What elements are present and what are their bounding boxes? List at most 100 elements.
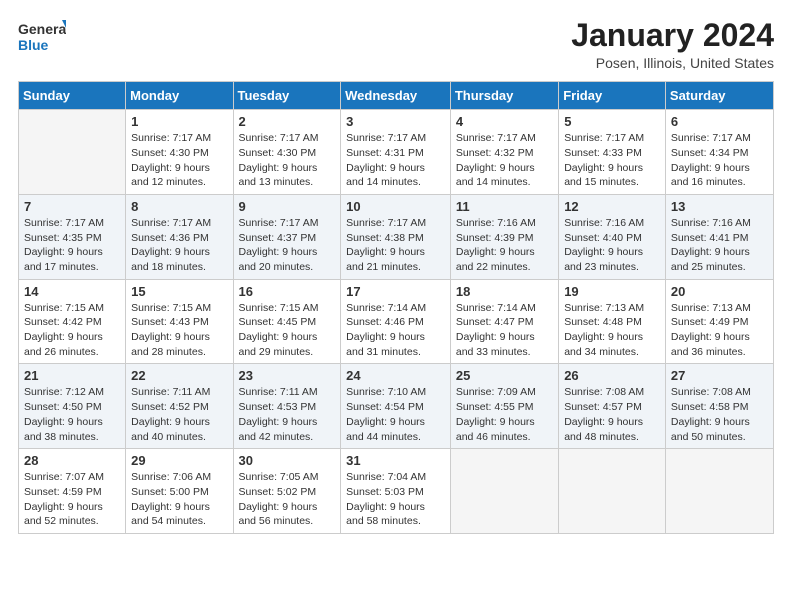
calendar-cell: 27 Sunrise: 7:08 AMSunset: 4:58 PMDayligh… bbox=[665, 364, 773, 449]
calendar-cell bbox=[559, 449, 666, 534]
week-row-4: 21 Sunrise: 7:12 AMSunset: 4:50 PMDayligh… bbox=[19, 364, 774, 449]
cell-day-number: 27 bbox=[671, 368, 768, 383]
cell-day-number: 10 bbox=[346, 199, 445, 214]
weekday-header-row: SundayMondayTuesdayWednesdayThursdayFrid… bbox=[19, 82, 774, 110]
cell-day-number: 26 bbox=[564, 368, 660, 383]
cell-info: Sunrise: 7:16 AMSunset: 4:39 PMDaylight:… bbox=[456, 216, 553, 275]
cell-day-number: 2 bbox=[239, 114, 336, 129]
calendar-cell: 23 Sunrise: 7:11 AMSunset: 4:53 PMDayligh… bbox=[233, 364, 341, 449]
cell-day-number: 16 bbox=[239, 284, 336, 299]
calendar-cell: 12 Sunrise: 7:16 AMSunset: 4:40 PMDayligh… bbox=[559, 194, 666, 279]
calendar-cell: 20Sunrise: 7:13 AMSunset: 4:49 PMDayligh… bbox=[665, 279, 773, 364]
cell-info: Sunrise: 7:14 AMSunset: 4:47 PMDaylight:… bbox=[456, 301, 553, 360]
calendar-cell: 24 Sunrise: 7:10 AMSunset: 4:54 PMDayligh… bbox=[341, 364, 451, 449]
cell-info: Sunrise: 7:17 AMSunset: 4:38 PMDaylight:… bbox=[346, 216, 445, 275]
cell-info: Sunrise: 7:17 AMSunset: 4:31 PMDaylight:… bbox=[346, 131, 445, 190]
cell-day-number: 1 bbox=[131, 114, 227, 129]
cell-info: Sunrise: 7:17 AMSunset: 4:35 PMDaylight:… bbox=[24, 216, 120, 275]
cell-day-number: 23 bbox=[239, 368, 336, 383]
cell-info: Sunrise: 7:17 AMSunset: 4:36 PMDaylight:… bbox=[131, 216, 227, 275]
cell-info: Sunrise: 7:06 AMSunset: 5:00 PMDaylight:… bbox=[131, 470, 227, 529]
cell-day-number: 12 bbox=[564, 199, 660, 214]
calendar-cell: 21 Sunrise: 7:12 AMSunset: 4:50 PMDayligh… bbox=[19, 364, 126, 449]
calendar-cell: 19 Sunrise: 7:13 AMSunset: 4:48 PMDayligh… bbox=[559, 279, 666, 364]
month-title: January 2024 bbox=[571, 18, 774, 53]
cell-info: Sunrise: 7:13 AMSunset: 4:48 PMDaylight:… bbox=[564, 301, 660, 360]
cell-info: Sunrise: 7:15 AMSunset: 4:43 PMDaylight:… bbox=[131, 301, 227, 360]
cell-day-number: 9 bbox=[239, 199, 336, 214]
calendar-cell: 2 Sunrise: 7:17 AMSunset: 4:30 PMDaylight… bbox=[233, 110, 341, 195]
cell-info: Sunrise: 7:17 AMSunset: 4:30 PMDaylight:… bbox=[239, 131, 336, 190]
calendar-cell: 25 Sunrise: 7:09 AMSunset: 4:55 PMDayligh… bbox=[450, 364, 558, 449]
weekday-header-friday: Friday bbox=[559, 82, 666, 110]
week-row-3: 14 Sunrise: 7:15 AMSunset: 4:42 PMDayligh… bbox=[19, 279, 774, 364]
cell-info: Sunrise: 7:11 AMSunset: 4:52 PMDaylight:… bbox=[131, 385, 227, 444]
cell-day-number: 21 bbox=[24, 368, 120, 383]
logo-svg: General Blue bbox=[18, 18, 66, 56]
cell-info: Sunrise: 7:15 AMSunset: 4:42 PMDaylight:… bbox=[24, 301, 120, 360]
calendar-cell: 9 Sunrise: 7:17 AMSunset: 4:37 PMDaylight… bbox=[233, 194, 341, 279]
calendar-cell: 7Sunrise: 7:17 AMSunset: 4:35 PMDaylight… bbox=[19, 194, 126, 279]
cell-day-number: 14 bbox=[24, 284, 120, 299]
weekday-header-monday: Monday bbox=[126, 82, 233, 110]
logo-blue: Blue bbox=[18, 37, 49, 53]
cell-info: Sunrise: 7:15 AMSunset: 4:45 PMDaylight:… bbox=[239, 301, 336, 360]
weekday-header-saturday: Saturday bbox=[665, 82, 773, 110]
calendar-cell: 17 Sunrise: 7:14 AMSunset: 4:46 PMDayligh… bbox=[341, 279, 451, 364]
calendar-cell: 22 Sunrise: 7:11 AMSunset: 4:52 PMDayligh… bbox=[126, 364, 233, 449]
cell-info: Sunrise: 7:16 AMSunset: 4:41 PMDaylight:… bbox=[671, 216, 768, 275]
cell-info: Sunrise: 7:12 AMSunset: 4:50 PMDaylight:… bbox=[24, 385, 120, 444]
cell-day-number: 18 bbox=[456, 284, 553, 299]
cell-day-number: 25 bbox=[456, 368, 553, 383]
cell-info: Sunrise: 7:08 AMSunset: 4:58 PMDaylight:… bbox=[671, 385, 768, 444]
calendar-table: SundayMondayTuesdayWednesdayThursdayFrid… bbox=[18, 81, 774, 534]
cell-day-number: 17 bbox=[346, 284, 445, 299]
calendar-cell: 31Sunrise: 7:04 AMSunset: 5:03 PMDayligh… bbox=[341, 449, 451, 534]
cell-info: Sunrise: 7:11 AMSunset: 4:53 PMDaylight:… bbox=[239, 385, 336, 444]
cell-info: Sunrise: 7:07 AMSunset: 4:59 PMDaylight:… bbox=[24, 470, 120, 529]
cell-info: Sunrise: 7:17 AMSunset: 4:37 PMDaylight:… bbox=[239, 216, 336, 275]
calendar-body: 1 Sunrise: 7:17 AMSunset: 4:30 PMDaylight… bbox=[19, 110, 774, 534]
calendar-cell: 18 Sunrise: 7:14 AMSunset: 4:47 PMDayligh… bbox=[450, 279, 558, 364]
cell-info: Sunrise: 7:17 AMSunset: 4:33 PMDaylight:… bbox=[564, 131, 660, 190]
cell-info: Sunrise: 7:13 AMSunset: 4:49 PMDaylight:… bbox=[671, 301, 768, 360]
cell-day-number: 5 bbox=[564, 114, 660, 129]
calendar-cell: 3Sunrise: 7:17 AMSunset: 4:31 PMDaylight… bbox=[341, 110, 451, 195]
week-row-2: 7Sunrise: 7:17 AMSunset: 4:35 PMDaylight… bbox=[19, 194, 774, 279]
cell-day-number: 30 bbox=[239, 453, 336, 468]
cell-day-number: 6 bbox=[671, 114, 768, 129]
calendar-cell: 10 Sunrise: 7:17 AMSunset: 4:38 PMDayligh… bbox=[341, 194, 451, 279]
cell-day-number: 24 bbox=[346, 368, 445, 383]
cell-day-number: 11 bbox=[456, 199, 553, 214]
cell-info: Sunrise: 7:08 AMSunset: 4:57 PMDaylight:… bbox=[564, 385, 660, 444]
cell-info: Sunrise: 7:14 AMSunset: 4:46 PMDaylight:… bbox=[346, 301, 445, 360]
cell-info: Sunrise: 7:17 AMSunset: 4:30 PMDaylight:… bbox=[131, 131, 227, 190]
cell-day-number: 19 bbox=[564, 284, 660, 299]
cell-day-number: 29 bbox=[131, 453, 227, 468]
page: General Blue January 2024 Posen, Illinoi… bbox=[0, 0, 792, 612]
calendar-cell: 15Sunrise: 7:15 AMSunset: 4:43 PMDayligh… bbox=[126, 279, 233, 364]
cell-info: Sunrise: 7:17 AMSunset: 4:32 PMDaylight:… bbox=[456, 131, 553, 190]
calendar-cell: 11 Sunrise: 7:16 AMSunset: 4:39 PMDayligh… bbox=[450, 194, 558, 279]
calendar-cell: 6 Sunrise: 7:17 AMSunset: 4:34 PMDaylight… bbox=[665, 110, 773, 195]
cell-day-number: 13 bbox=[671, 199, 768, 214]
week-row-5: 28Sunrise: 7:07 AMSunset: 4:59 PMDayligh… bbox=[19, 449, 774, 534]
calendar-cell: 26 Sunrise: 7:08 AMSunset: 4:57 PMDayligh… bbox=[559, 364, 666, 449]
logo: General Blue bbox=[18, 18, 66, 56]
calendar-cell bbox=[19, 110, 126, 195]
cell-info: Sunrise: 7:16 AMSunset: 4:40 PMDaylight:… bbox=[564, 216, 660, 275]
weekday-header-tuesday: Tuesday bbox=[233, 82, 341, 110]
cell-info: Sunrise: 7:17 AMSunset: 4:34 PMDaylight:… bbox=[671, 131, 768, 190]
location: Posen, Illinois, United States bbox=[571, 55, 774, 71]
calendar-cell: 29 Sunrise: 7:06 AMSunset: 5:00 PMDayligh… bbox=[126, 449, 233, 534]
cell-info: Sunrise: 7:04 AMSunset: 5:03 PMDaylight:… bbox=[346, 470, 445, 529]
weekday-header-thursday: Thursday bbox=[450, 82, 558, 110]
weekday-header-sunday: Sunday bbox=[19, 82, 126, 110]
cell-info: Sunrise: 7:10 AMSunset: 4:54 PMDaylight:… bbox=[346, 385, 445, 444]
calendar-cell: 1 Sunrise: 7:17 AMSunset: 4:30 PMDaylight… bbox=[126, 110, 233, 195]
calendar-cell: 16 Sunrise: 7:15 AMSunset: 4:45 PMDayligh… bbox=[233, 279, 341, 364]
calendar-cell bbox=[450, 449, 558, 534]
cell-day-number: 22 bbox=[131, 368, 227, 383]
header: General Blue January 2024 Posen, Illinoi… bbox=[18, 18, 774, 71]
cell-info: Sunrise: 7:09 AMSunset: 4:55 PMDaylight:… bbox=[456, 385, 553, 444]
